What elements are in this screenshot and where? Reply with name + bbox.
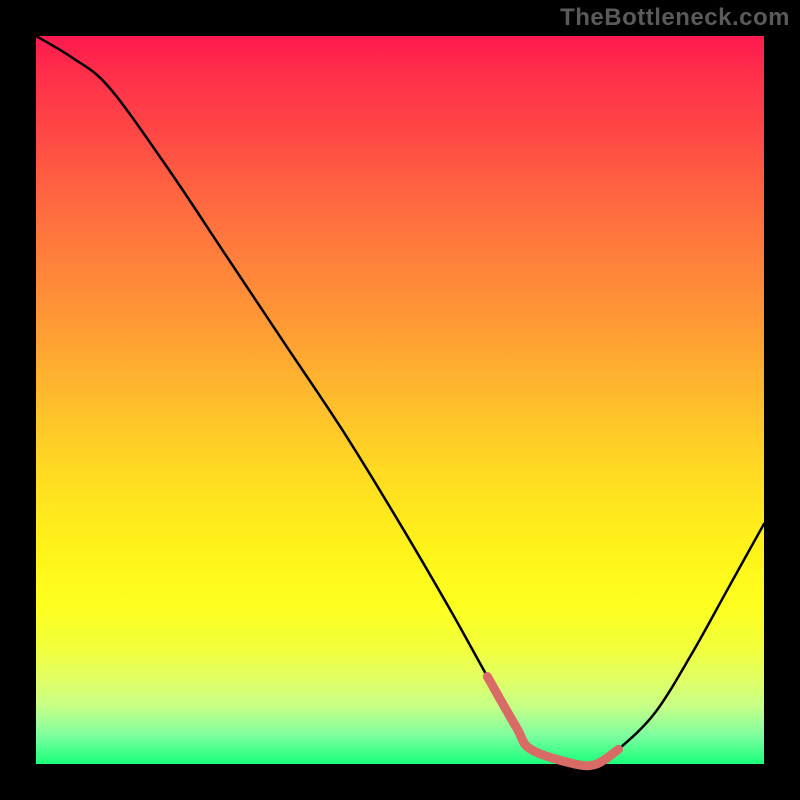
watermark-text: TheBottleneck.com <box>560 4 790 32</box>
bottleneck-curve-path <box>36 36 764 766</box>
chart-frame: TheBottleneck.com <box>0 0 800 800</box>
plot-area <box>36 36 764 764</box>
optimal-segment-path <box>487 677 618 766</box>
chart-svg <box>36 36 764 764</box>
